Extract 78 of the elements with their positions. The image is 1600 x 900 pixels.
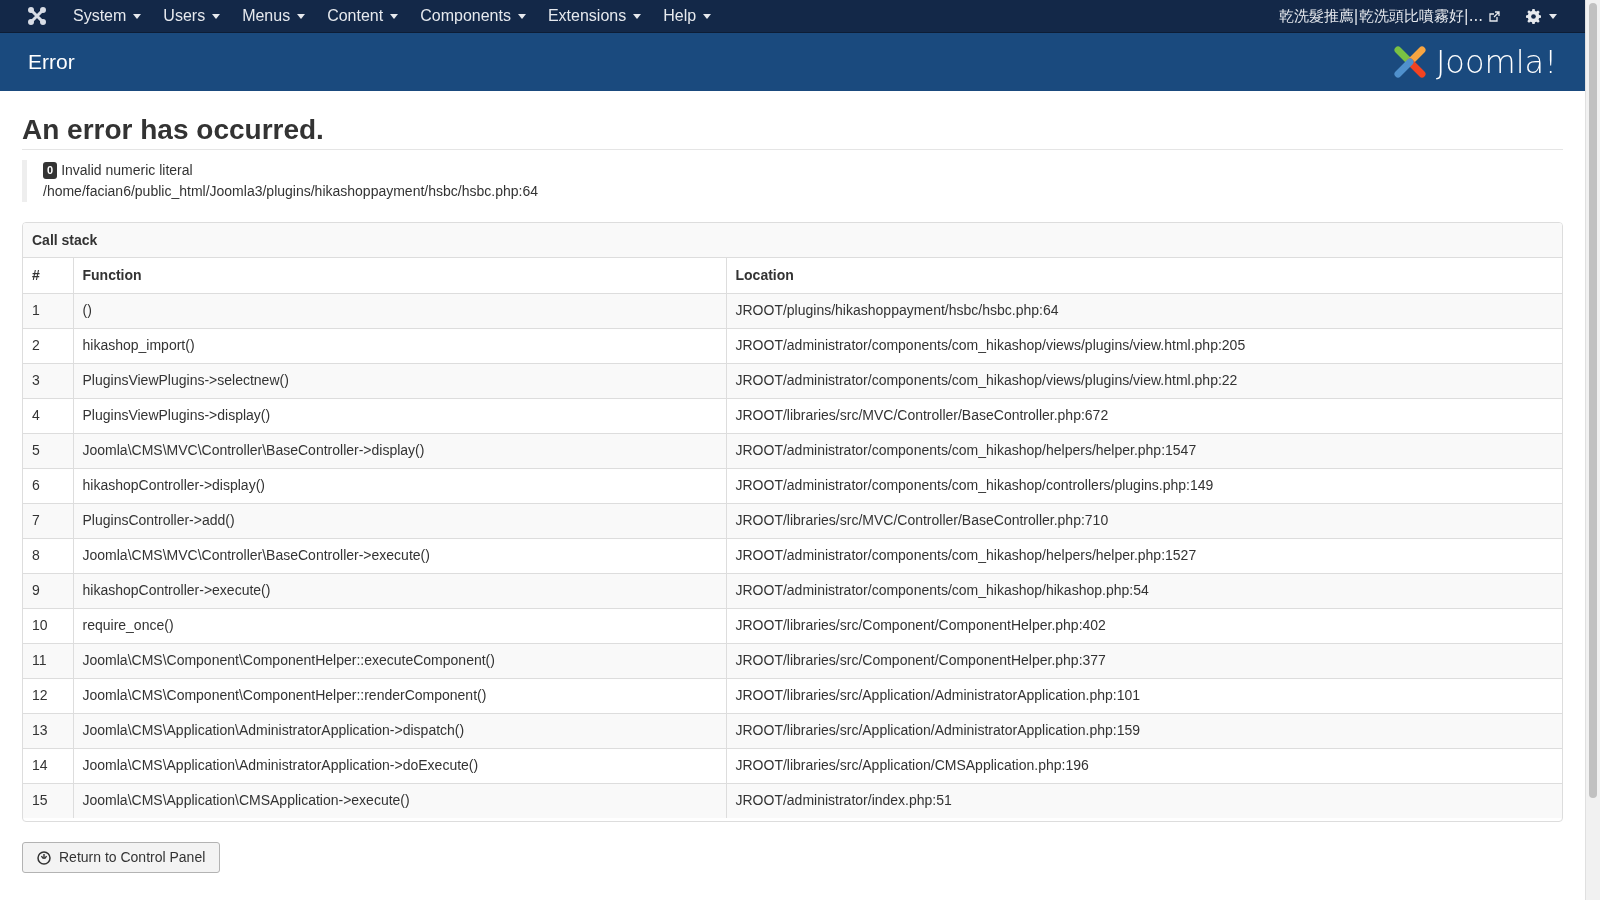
- menu-dropdown[interactable]: Components: [409, 0, 537, 33]
- table-cell: hikashopController->display(): [73, 468, 726, 503]
- settings-menu-button[interactable]: [1526, 8, 1557, 24]
- menu-dropdown[interactable]: System: [62, 0, 153, 33]
- table-cell: Joomla\CMS\Application\AdministratorApplication->doExecute(): [73, 748, 726, 783]
- table-cell: 13: [23, 713, 73, 748]
- menu-dropdown[interactable]: Content: [316, 0, 410, 33]
- table-cell: JROOT/administrator/components/com_hikashop/views/plugins/view.html.php:205: [726, 328, 1562, 363]
- table-cell: JROOT/libraries/src/Application/AdministratorApplication.php:101: [726, 678, 1562, 713]
- table-cell: JROOT/libraries/src/MVC/Controller/BaseController.php:672: [726, 398, 1562, 433]
- column-header: Location: [726, 258, 1562, 293]
- table-cell: hikashop_import(): [73, 328, 726, 363]
- page-title: Error: [28, 49, 75, 76]
- caret-icon: [297, 13, 306, 19]
- menu-dropdown[interactable]: Menus: [231, 0, 317, 33]
- table-cell: JROOT/libraries/src/Component/ComponentHelper.php:402: [726, 608, 1562, 643]
- caret-icon: [390, 13, 399, 19]
- table-cell: JROOT/administrator/index.php:51: [726, 783, 1562, 818]
- joomla-wordmark: Joomla!: [1435, 46, 1557, 78]
- table-cell: PluginsViewPlugins->selectnew(): [73, 363, 726, 398]
- table-cell: 3: [23, 363, 73, 398]
- table-cell: JROOT/administrator/components/com_hikashop/hikashop.php:54: [726, 573, 1562, 608]
- table-cell: 11: [23, 643, 73, 678]
- caret-icon: [703, 13, 712, 19]
- table-cell: JROOT/libraries/src/Application/CMSApplication.php:196: [726, 748, 1562, 783]
- table-cell: JROOT/administrator/components/com_hikashop/helpers/helper.php:1547: [726, 433, 1562, 468]
- caret-icon: [517, 13, 526, 19]
- table-cell: 15: [23, 783, 73, 818]
- menu-dropdown[interactable]: Help: [652, 0, 723, 33]
- table-cell: Joomla\CMS\Component\ComponentHelper::renderComponent(): [73, 678, 726, 713]
- external-link-icon: [1489, 10, 1500, 22]
- joomla-logo-icon[interactable]: [28, 7, 46, 25]
- table-cell: 9: [23, 573, 73, 608]
- menu-dropdown[interactable]: Extensions: [536, 0, 653, 33]
- scrollbar[interactable]: [1585, 0, 1600, 900]
- table-cell: 4: [23, 398, 73, 433]
- call-stack-title: Call stack: [23, 223, 1562, 258]
- table-cell: JROOT/administrator/components/com_hikashop/helpers/helper.php:1527: [726, 538, 1562, 573]
- table-cell: PluginsController->add(): [73, 503, 726, 538]
- caret-icon: [1549, 13, 1557, 19]
- table-cell: 1: [23, 293, 73, 328]
- column-header: #: [23, 258, 73, 293]
- table-cell: JROOT/libraries/src/Application/AdministratorApplication.php:159: [726, 713, 1562, 748]
- table-cell: 8: [23, 538, 73, 573]
- table-cell: Joomla\CMS\MVC\Controller\BaseController->execute(): [73, 538, 726, 573]
- error-heading: An error has occurred.: [22, 113, 1563, 150]
- table-cell: JROOT/administrator/components/com_hikashop/views/plugins/view.html.php:22: [726, 363, 1562, 398]
- menu-dropdown[interactable]: Users: [152, 0, 232, 33]
- error-code-badge: 0: [43, 162, 58, 179]
- table-cell: Joomla\CMS\Component\ComponentHelper::executeComponent(): [73, 643, 726, 678]
- table-cell: 2: [23, 328, 73, 363]
- return-to-control-panel-button[interactable]: Return to Control Panel: [22, 842, 221, 873]
- settings-icon: [1526, 8, 1541, 24]
- table-cell: Joomla\CMS\Application\AdministratorApplication->dispatch(): [73, 713, 726, 748]
- error-message: Invalid numeric literal: [61, 161, 193, 180]
- caret-icon: [133, 13, 142, 19]
- table-cell: JROOT/libraries/src/MVC/Controller/BaseController.php:710: [726, 503, 1562, 538]
- table-cell: 5: [23, 433, 73, 468]
- table-cell: JROOT/administrator/components/com_hikashop/controllers/plugins.php:149: [726, 468, 1562, 503]
- table-cell: Joomla\CMS\MVC\Controller\BaseController->display(): [73, 433, 726, 468]
- table-cell: require_once(): [73, 608, 726, 643]
- table-cell: PluginsViewPlugins->display(): [73, 398, 726, 433]
- table-cell: 6: [23, 468, 73, 503]
- table-cell: (): [73, 293, 726, 328]
- error-file-path: /home/facian6/public_html/Joomla3/plugins/hikashoppayment/hsbc/hsbc.php:64: [43, 182, 539, 201]
- table-cell: 12: [23, 678, 73, 713]
- table-cell: 7: [23, 503, 73, 538]
- column-header: Function: [73, 258, 726, 293]
- table-cell: hikashopController->execute(): [73, 573, 726, 608]
- dashboard-icon: [37, 850, 51, 865]
- table-cell: JROOT/plugins/hikashoppayment/hsbc/hsbc.php:64: [726, 293, 1562, 328]
- table-cell: 10: [23, 608, 73, 643]
- table-cell: JROOT/libraries/src/Component/ComponentHelper.php:377: [726, 643, 1562, 678]
- table-cell: Joomla\CMS\Application\CMSApplication->execute(): [73, 783, 726, 818]
- caret-icon: [212, 13, 221, 19]
- caret-icon: [633, 13, 642, 19]
- table-cell: 14: [23, 748, 73, 783]
- site-link[interactable]: 乾洗髮推薦|乾洗頭比噴霧好|...: [1278, 4, 1483, 28]
